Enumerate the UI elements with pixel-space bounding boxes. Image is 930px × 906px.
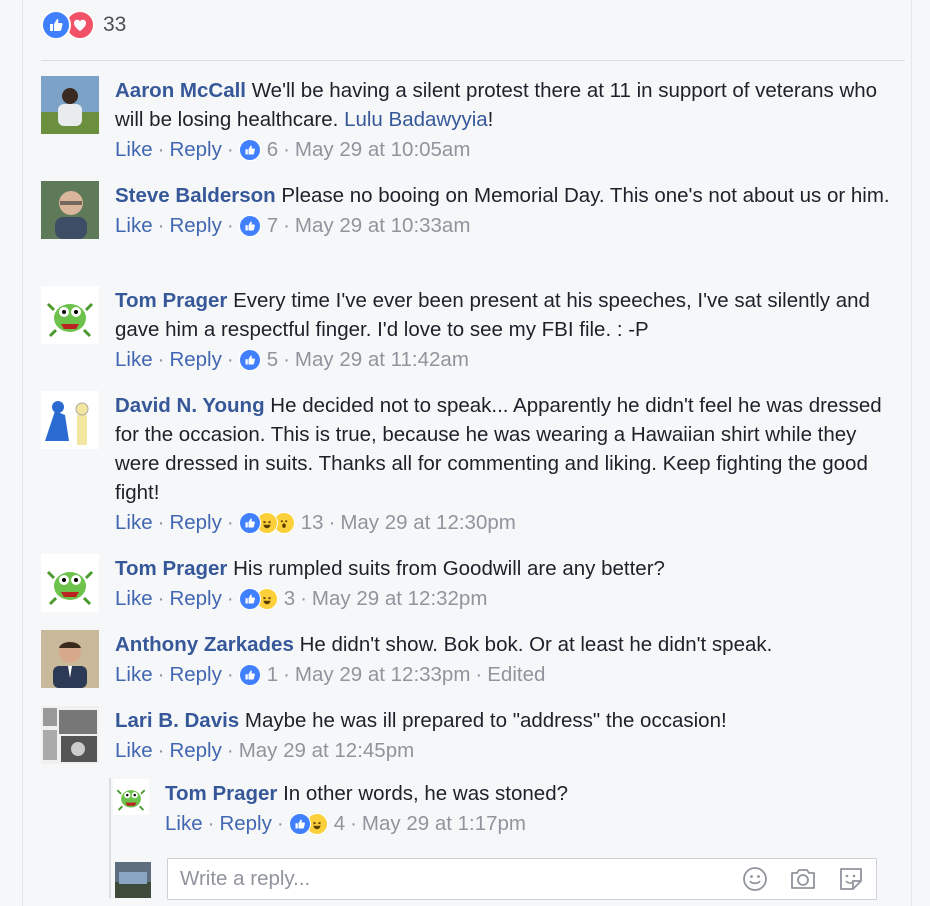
reply-input[interactable]: Write a reply...: [167, 858, 877, 900]
like-icon: [238, 139, 261, 161]
reaction-count: 7: [266, 214, 279, 237]
reaction-summary[interactable]: 33: [41, 10, 126, 40]
like-button[interactable]: Like: [115, 210, 153, 242]
reply-thread-line: [109, 778, 111, 898]
avatar[interactable]: [41, 706, 99, 764]
timestamp[interactable]: May 29 at 1:17pm: [362, 808, 526, 840]
reaction-count: 1: [266, 663, 279, 686]
reply-button[interactable]: Reply: [219, 808, 271, 840]
reaction-count: 4: [333, 812, 346, 835]
comment-reactions[interactable]: [238, 215, 261, 237]
timestamp[interactable]: May 29 at 12:45pm: [239, 735, 415, 767]
comment-meta: Like · Reply · 1 · May 29 at 12:33pm · Edite…: [115, 659, 903, 691]
reply-placeholder: Write a reply...: [180, 867, 311, 890]
comment-text: In other words, he was stoned?: [283, 782, 568, 805]
comment: Steve Balderson Please no booing on Memo…: [41, 181, 903, 242]
like-button[interactable]: Like: [115, 583, 153, 615]
avatar[interactable]: [41, 391, 99, 449]
comment-author[interactable]: Steve Balderson: [115, 184, 276, 207]
avatar[interactable]: [41, 554, 99, 612]
comment: Anthony Zarkades He didn't show. Bok bok…: [41, 630, 903, 691]
comment-text: Every time I've ever been present at his…: [115, 289, 870, 341]
comment-meta: Like · Reply · 13 · May 29 at 12:30pm: [115, 507, 903, 539]
reaction-count: 6: [266, 138, 279, 161]
avatar[interactable]: [113, 779, 149, 815]
divider: [41, 60, 905, 61]
comment: Aaron McCall We'll be having a silent pr…: [41, 76, 903, 166]
comment-meta: Like · Reply · 3 · May 29 at 12:32pm: [115, 583, 903, 615]
reaction-count: 3: [283, 587, 296, 610]
comment: Tom Prager Every time I've ever been pre…: [41, 286, 903, 376]
comment-meta: Like · Reply · 5 · May 29 at 11:42am: [115, 344, 903, 376]
comment-reactions[interactable]: [238, 512, 295, 534]
comment-reactions[interactable]: [238, 139, 261, 161]
reply-button[interactable]: Reply: [169, 583, 221, 615]
reply-button[interactable]: Reply: [169, 344, 221, 376]
avatar[interactable]: [41, 181, 99, 239]
comment-author[interactable]: Anthony Zarkades: [115, 633, 294, 656]
like-button[interactable]: Like: [115, 735, 153, 767]
comment-text: His rumpled suits from Goodwill are any …: [233, 557, 665, 580]
like-button[interactable]: Like: [115, 659, 153, 691]
comment: David N. Young He decided not to speak..…: [41, 391, 903, 539]
edited-label[interactable]: Edited: [487, 659, 545, 691]
reply-button[interactable]: Reply: [169, 659, 221, 691]
comment-author[interactable]: Aaron McCall: [115, 79, 246, 102]
comment: Tom Prager His rumpled suits from Goodwi…: [41, 554, 903, 615]
comments-panel: 33 Aaron McCall We'll be having a silent…: [22, 0, 912, 906]
emoji-icon[interactable]: [740, 865, 770, 893]
timestamp[interactable]: May 29 at 10:33am: [295, 210, 471, 242]
comment-author[interactable]: Tom Prager: [165, 782, 277, 805]
like-button[interactable]: Like: [165, 808, 203, 840]
write-reply-row: Write a reply...: [115, 858, 903, 902]
comment-reactions[interactable]: [288, 813, 328, 835]
like-icon: [238, 512, 261, 534]
comment-reactions[interactable]: [238, 664, 261, 686]
like-icon: [238, 664, 261, 686]
reaction-count: 5: [266, 348, 279, 371]
sticker-icon[interactable]: [836, 865, 866, 893]
comment-text: Please no booing on Memorial Day. This o…: [281, 184, 890, 207]
like-icon: [288, 813, 311, 835]
comment-text: He didn't show. Bok bok. Or at least he …: [299, 633, 773, 656]
like-icon: [238, 588, 261, 610]
avatar[interactable]: [41, 286, 99, 344]
like-icon: [238, 349, 261, 371]
timestamp[interactable]: May 29 at 10:05am: [295, 134, 471, 166]
reply-button[interactable]: Reply: [169, 507, 221, 539]
like-button[interactable]: Like: [115, 344, 153, 376]
comment-author[interactable]: Tom Prager: [115, 289, 227, 312]
like-icon: [41, 10, 71, 40]
avatar[interactable]: [41, 630, 99, 688]
reply-button[interactable]: Reply: [169, 134, 221, 166]
avatar[interactable]: [41, 76, 99, 134]
reply-button[interactable]: Reply: [169, 735, 221, 767]
like-icon: [238, 215, 261, 237]
like-button[interactable]: Like: [115, 507, 153, 539]
mention-link[interactable]: Lulu Badawyyia: [344, 108, 488, 131]
reply-comment: Tom Prager In other words, he was stoned…: [113, 779, 903, 840]
comment-reactions[interactable]: [238, 588, 278, 610]
comment-meta: Like · Reply · 6 · May 29 at 10:05am: [115, 134, 903, 166]
reaction-count: 33: [103, 13, 127, 36]
like-button[interactable]: Like: [115, 134, 153, 166]
comment-author[interactable]: Lari B. Davis: [115, 709, 239, 732]
comment-author[interactable]: David N. Young: [115, 394, 265, 417]
timestamp[interactable]: May 29 at 11:42am: [295, 344, 469, 376]
comment-reactions[interactable]: [238, 349, 261, 371]
comment-text: Maybe he was ill prepared to "address" t…: [244, 709, 727, 732]
comment-meta: Like · Reply · May 29 at 12:45pm: [115, 735, 903, 767]
comment-author[interactable]: Tom Prager: [115, 557, 227, 580]
timestamp[interactable]: May 29 at 12:32pm: [312, 583, 488, 615]
reaction-count: 13: [300, 511, 324, 534]
avatar: [115, 862, 151, 898]
camera-icon[interactable]: [788, 865, 818, 893]
comment: Lari B. Davis Maybe he was ill prepared …: [41, 706, 903, 767]
timestamp[interactable]: May 29 at 12:30pm: [340, 507, 516, 539]
reply-button[interactable]: Reply: [169, 210, 221, 242]
comment-meta: Like · Reply · 4 · May 29 at 1:17pm: [165, 808, 903, 840]
comment-meta: Like · Reply · 7 · May 29 at 10:33am: [115, 210, 903, 242]
comment-text-end: !: [487, 108, 494, 131]
timestamp[interactable]: May 29 at 12:33pm: [295, 659, 471, 691]
